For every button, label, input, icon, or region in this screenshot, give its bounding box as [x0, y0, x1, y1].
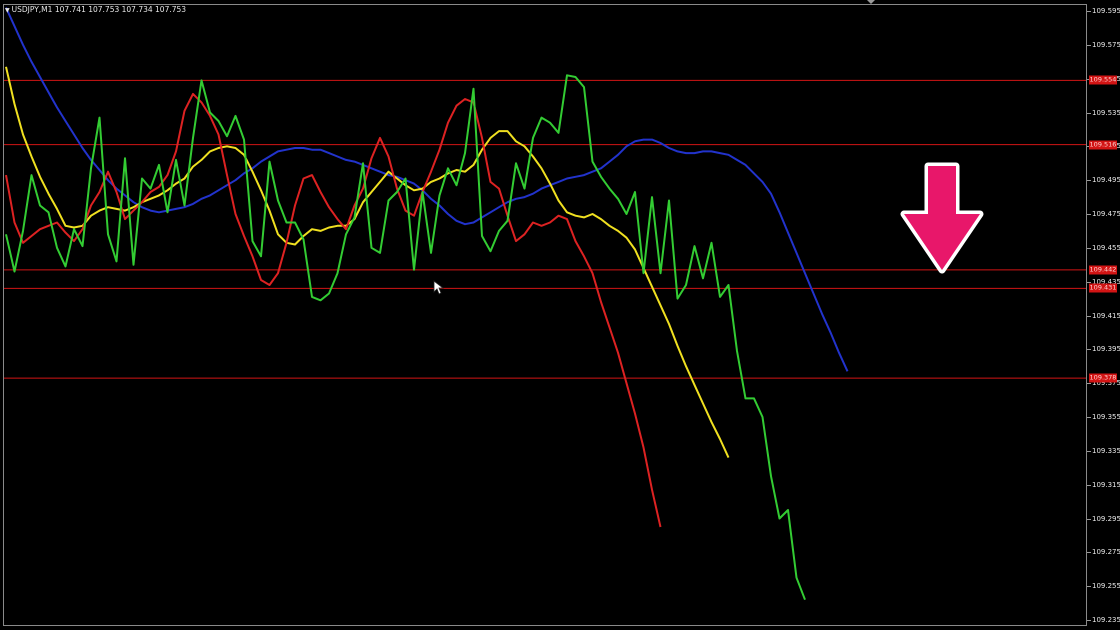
price-tick-mark — [1087, 44, 1091, 46]
price-tick-mark — [1087, 484, 1091, 486]
price-tick-label: 109.235 — [1092, 616, 1120, 624]
price-tick-label: 109.575 — [1092, 40, 1120, 49]
price-scale[interactable]: 109.595109.575109.555109.535109.515109.4… — [1087, 0, 1120, 630]
price-tick-label: 109.475 — [1092, 210, 1120, 218]
price-tick-label: 109.455 — [1092, 243, 1120, 252]
price-tick-label: 109.415 — [1092, 311, 1120, 320]
price-tick-mark — [1087, 112, 1091, 114]
price-tick-mark — [1087, 586, 1091, 588]
price-tick-label: 109.535 — [1092, 108, 1120, 117]
level-price-tag: 109.442 — [1089, 265, 1117, 275]
level-price-tag: 109.554 — [1089, 75, 1117, 85]
price-tick-mark — [1087, 180, 1091, 182]
symbol-label: USDJPY,M1 — [11, 5, 53, 14]
symbol-info-bar: ▼ USDJPY,M1 107.741 107.753 107.734 107.7… — [5, 5, 186, 14]
price-tick-mark — [1087, 518, 1091, 520]
indicator-line-3 — [5, 74, 806, 601]
down-arrow-annotation-icon — [900, 162, 984, 274]
price-tick-label: 109.315 — [1092, 480, 1120, 489]
price-tick-label: 109.495 — [1092, 176, 1120, 185]
price-tick-mark — [1087, 11, 1091, 12]
price-tick-label: 109.335 — [1092, 446, 1120, 455]
price-tick-mark — [1087, 349, 1091, 351]
price-tick-mark — [1087, 383, 1091, 385]
price-tick-label: 109.275 — [1092, 548, 1120, 557]
price-tick-label: 109.355 — [1092, 413, 1120, 421]
level-price-tag: 109.431 — [1089, 283, 1117, 293]
price-tick-mark — [1087, 247, 1091, 249]
price-tick-mark — [1087, 620, 1091, 621]
price-tick-mark — [1087, 417, 1091, 418]
price-tick-mark — [1087, 552, 1091, 554]
ohlc-values: 107.741 107.753 107.734 107.753 — [54, 5, 187, 14]
level-price-tag: 109.516 — [1089, 140, 1117, 150]
price-tick-mark — [1087, 214, 1091, 215]
collapse-triangle-icon[interactable]: ▼ — [5, 7, 10, 14]
level-price-tag: 109.378 — [1089, 373, 1117, 383]
price-tick-label: 109.595 — [1092, 7, 1120, 15]
price-tick-label: 109.395 — [1092, 345, 1120, 354]
price-tick-mark — [1087, 450, 1091, 452]
indicator-line-0 — [5, 7, 849, 372]
price-chart — [4, 7, 1086, 601]
indicator-line-1 — [5, 66, 730, 459]
price-tick-label: 109.295 — [1092, 514, 1120, 523]
price-tick-mark — [1087, 281, 1091, 283]
indicator-line-2 — [5, 92, 662, 528]
price-tick-mark — [1087, 315, 1091, 317]
mouse-pointer-icon — [433, 280, 445, 295]
price-tick-label: 109.255 — [1092, 582, 1120, 591]
trading-chart-window: ▼ USDJPY,M1 107.741 107.753 107.734 107.7… — [0, 0, 1120, 630]
